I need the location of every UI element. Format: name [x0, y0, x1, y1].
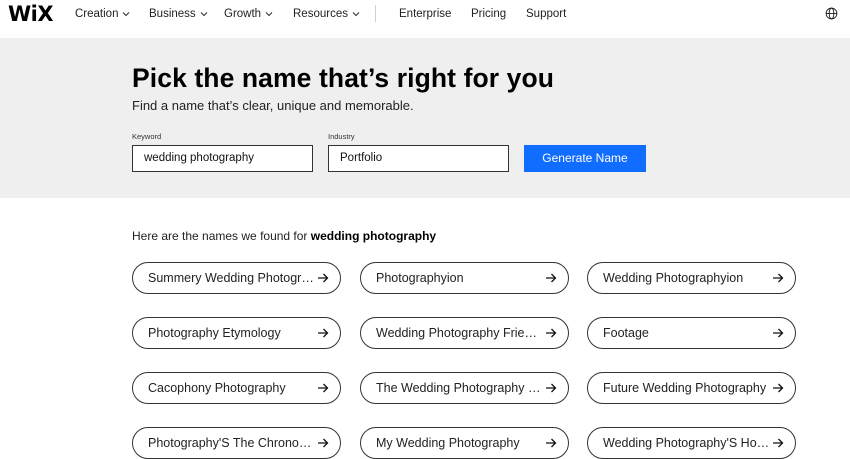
chevron-down-icon: [265, 12, 273, 17]
arrow-right-icon: [773, 383, 784, 393]
name-suggestion-label: Photography'S The Chronophotography: [148, 436, 315, 450]
arrow-right-icon: [318, 438, 329, 448]
industry-input[interactable]: Portfolio: [328, 145, 509, 172]
industry-label: Industry: [328, 132, 355, 141]
arrow-right-icon: [318, 273, 329, 283]
arrow-right-icon: [546, 383, 557, 393]
arrow-right-icon: [773, 328, 784, 338]
name-suggestion-pill[interactable]: Photography Etymology: [132, 317, 341, 349]
name-suggestion-pill[interactable]: Cacophony Photography: [132, 372, 341, 404]
name-suggestion-pill[interactable]: Photography'S The Chronophotography: [132, 427, 341, 459]
chevron-down-icon: [200, 12, 208, 17]
name-generator-hero: Pick the name that’s right for you Find …: [0, 38, 850, 198]
page-subtitle: Find a name that’s clear, unique and mem…: [132, 98, 414, 113]
name-suggestion-label: My Wedding Photography: [376, 436, 520, 450]
arrow-right-icon: [546, 328, 557, 338]
nav-menu-resources[interactable]: Resources: [293, 7, 360, 21]
name-suggestion-label: Wedding Photographyion: [603, 271, 744, 285]
nav-menu-label: Growth: [224, 8, 262, 20]
nav-menu-label: Resources: [293, 8, 348, 20]
chevron-down-icon: [123, 12, 130, 17]
name-suggestion-label: Summery Wedding Photography: [148, 271, 315, 285]
nav-link-support[interactable]: Support: [526, 7, 566, 21]
name-suggestion-pill[interactable]: Footage: [587, 317, 796, 349]
nav-menu-label: Creation: [75, 8, 119, 20]
nav-divider: [375, 5, 376, 22]
arrow-right-icon: [773, 273, 784, 283]
generate-name-button[interactable]: Generate Name: [524, 145, 646, 172]
wix-logo[interactable]: WiX: [8, 3, 54, 25]
name-suggestion-pill[interactable]: Future Wedding Photography: [587, 372, 796, 404]
arrow-right-icon: [546, 438, 557, 448]
name-suggestion-pill[interactable]: Wedding Photography'S Home: [587, 427, 796, 459]
globe-icon[interactable]: [825, 7, 838, 20]
chevron-down-icon: [352, 12, 360, 17]
arrow-right-icon: [773, 438, 784, 448]
name-suggestion-pill[interactable]: Wedding Photographyion: [587, 262, 796, 294]
top-nav: WiX Creation Business Growth Resources E…: [0, 0, 850, 30]
results-query: wedding photography: [310, 229, 437, 243]
name-suggestion-pill[interactable]: Wedding Photography Friends: [360, 317, 569, 349]
nav-link-pricing[interactable]: Pricing: [471, 7, 506, 21]
name-suggestion-label: Wedding Photography Friends: [376, 326, 543, 340]
keyword-label: Keyword: [132, 132, 162, 141]
name-suggestion-pill[interactable]: My Wedding Photography: [360, 427, 569, 459]
name-suggestion-label: Cacophony Photography: [148, 381, 286, 395]
nav-menu-creation[interactable]: Creation: [75, 7, 130, 21]
name-suggestion-label: Photographyion: [376, 271, 464, 285]
name-suggestion-label: Photography Etymology: [148, 326, 281, 340]
keyword-input[interactable]: wedding photography: [132, 145, 313, 172]
nav-menu-growth[interactable]: Growth: [224, 7, 273, 21]
name-suggestion-label: Future Wedding Photography: [603, 381, 767, 395]
nav-menu-business[interactable]: Business: [149, 7, 208, 21]
results-intro: Here are the names we found for: [132, 229, 311, 243]
arrow-right-icon: [318, 328, 329, 338]
name-suggestion-pill[interactable]: Summery Wedding Photography: [132, 262, 341, 294]
name-suggestion-pill[interactable]: Photographyion: [360, 262, 569, 294]
arrow-right-icon: [318, 383, 329, 393]
page-title: Pick the name that’s right for you: [132, 63, 555, 93]
name-suggestion-label: Footage: [603, 326, 649, 340]
results-heading: Here are the names we found for wedding …: [132, 229, 436, 244]
nav-menu-label: Business: [149, 8, 196, 20]
name-suggestion-pill[interactable]: The Wedding Photography Pros: [360, 372, 569, 404]
nav-link-enterprise[interactable]: Enterprise: [399, 7, 451, 21]
name-suggestion-label: The Wedding Photography Pros: [376, 381, 543, 395]
arrow-right-icon: [546, 273, 557, 283]
name-suggestion-label: Wedding Photography'S Home: [603, 436, 770, 450]
